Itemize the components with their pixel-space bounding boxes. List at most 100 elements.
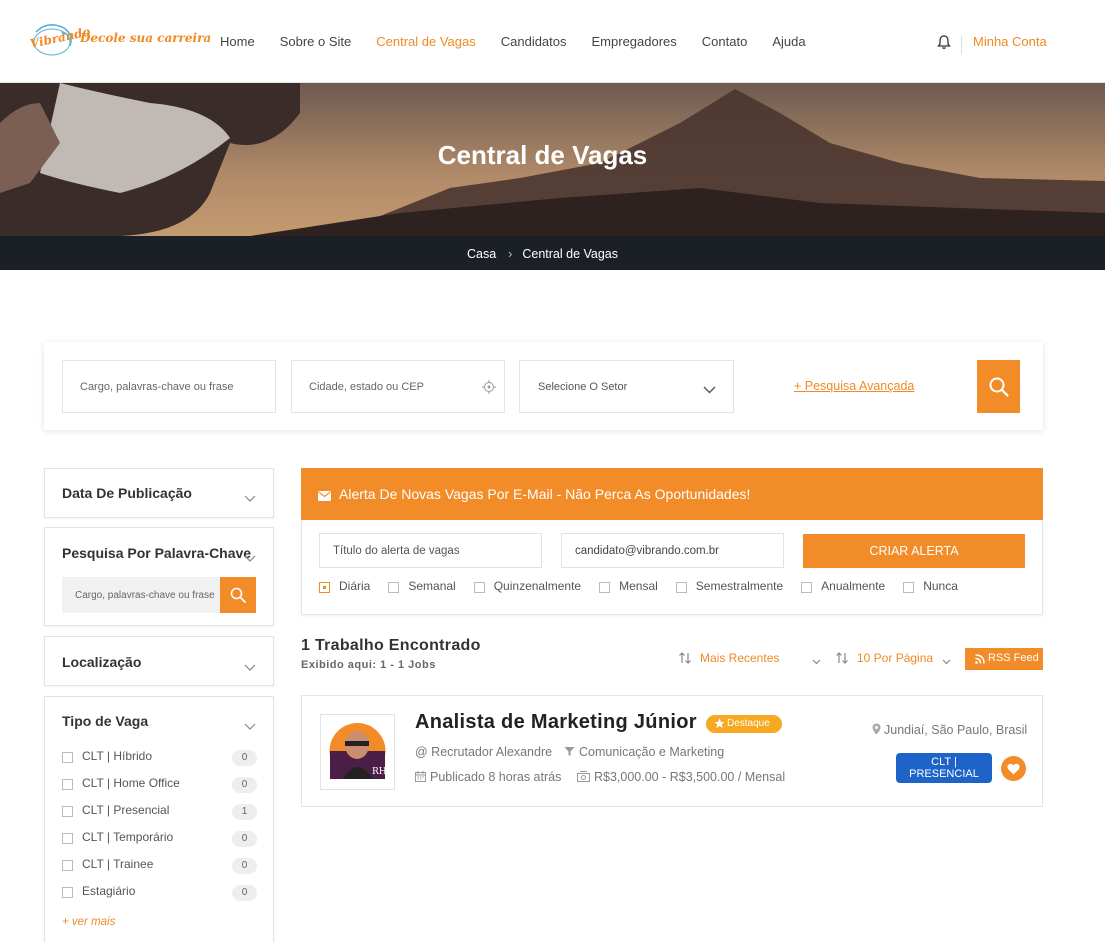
keywords-field-wrap (62, 360, 276, 413)
money-icon (577, 770, 590, 785)
site-logo[interactable]: Vibrando Decole sua carreira (29, 22, 211, 62)
my-account-link[interactable]: Minha Conta (973, 34, 1047, 49)
checkbox[interactable] (62, 806, 73, 817)
filter-keyword-title: Pesquisa Por Palavra-Chave (62, 545, 252, 561)
job-type-option[interactable]: CLT | Trainee 0 (62, 856, 257, 883)
checkbox[interactable] (62, 860, 73, 871)
checkbox[interactable] (62, 833, 73, 844)
bell-icon[interactable] (936, 34, 952, 50)
frequency-option[interactable]: Mensal (599, 579, 658, 595)
alert-title-field-wrap (319, 533, 542, 568)
sector-select-value: Selecione O Setor (538, 381, 628, 393)
see-more-link[interactable]: + ver mais (62, 916, 115, 928)
job-type-list: CLT | Híbrido 0 CLT | Home Office 0 CLT | … (62, 748, 257, 910)
frequency-option[interactable]: Nunca (903, 579, 958, 595)
envelope-icon (318, 489, 331, 504)
company-logo-text: RH (372, 767, 387, 777)
locate-icon[interactable] (482, 380, 496, 394)
location-input[interactable] (292, 361, 504, 412)
heart-icon (1007, 763, 1020, 778)
sort-value: Mais Recentes (700, 651, 780, 665)
company-logo[interactable]: RH (320, 714, 395, 790)
frequency-option[interactable]: Semanal (388, 579, 456, 595)
job-type-option[interactable]: CLT | Home Office 0 (62, 775, 257, 802)
page-title: Central de Vagas (437, 140, 648, 170)
checkbox[interactable] (62, 887, 73, 898)
filter-date[interactable]: Data De Publicação (44, 468, 274, 518)
main-nav: Home Sobre o Site Central de Vagas Candi… (220, 34, 831, 49)
job-listing-card[interactable]: RH Analista de Marketing Júnior Destaque… (301, 695, 1043, 807)
frequency-option[interactable]: Semestralmente (675, 579, 783, 595)
job-title[interactable]: Analista de Marketing Júnior (415, 711, 697, 734)
breadcrumb: Casa › Central de Vagas (0, 236, 1105, 270)
radio[interactable] (473, 582, 485, 593)
email-alert-header: Alerta De Novas Vagas Por E-Mail - Não P… (301, 468, 1043, 520)
frequency-option[interactable]: Quinzenalmente (473, 579, 581, 595)
job-type-badge[interactable]: CLT | PRESENCIAL (896, 753, 992, 783)
checkbox[interactable] (62, 779, 73, 790)
nav-jobs[interactable]: Central de Vagas (376, 34, 476, 49)
sector-select[interactable]: Selecione O Setor (519, 360, 734, 413)
chevron-right-icon: › (508, 247, 513, 261)
per-page-select[interactable]: 10 Por Página (836, 651, 952, 667)
favorite-button[interactable] (1001, 756, 1026, 781)
chevron-down-icon (244, 491, 256, 502)
job-recruiter: @ Recrutador Alexandre (415, 745, 553, 759)
radio[interactable] (388, 582, 400, 593)
chevron-down-icon[interactable] (244, 551, 256, 562)
rss-feed-button[interactable]: RSS Feed (965, 648, 1043, 670)
filter-icon (564, 746, 575, 760)
alert-title-input[interactable] (320, 534, 541, 567)
keyword-field-wrap (62, 577, 220, 613)
keyword-search-button[interactable] (220, 577, 256, 613)
job-salary: R$3,000.00 - R$3,500.00 / Mensal (577, 770, 785, 785)
filter-date-title: Data De Publicação (62, 485, 192, 501)
checkbox[interactable] (62, 752, 73, 763)
nav-employers[interactable]: Empregadores (592, 34, 677, 49)
chevron-down-icon[interactable] (244, 719, 256, 730)
radio-checked[interactable] (319, 582, 330, 593)
breadcrumb-home[interactable]: Casa (467, 247, 496, 261)
nav-contact[interactable]: Contato (702, 34, 748, 49)
alert-frequency-options: Diária Semanal Quinzenalmente Mensal Sem… (319, 579, 976, 595)
rss-icon (975, 654, 985, 667)
radio[interactable] (903, 582, 915, 593)
radio[interactable] (801, 582, 813, 593)
radio[interactable] (675, 582, 687, 593)
keyword-filter-input[interactable] (62, 577, 220, 613)
keywords-input[interactable] (63, 361, 275, 412)
chevron-down-icon (703, 382, 716, 397)
filter-keyword: Pesquisa Por Palavra-Chave (44, 527, 274, 626)
count-badge: 0 (232, 777, 257, 793)
alert-email-field-wrap (561, 533, 784, 568)
results-count: 1 Trabalho Encontrado (301, 637, 481, 654)
count-badge: 0 (232, 831, 257, 847)
frequency-option[interactable]: Anualmente (801, 579, 885, 595)
job-type-option[interactable]: CLT | Presencial 1 (62, 802, 257, 829)
job-type-option[interactable]: Estagiário 0 (62, 883, 257, 910)
create-alert-button[interactable]: CRIAR ALERTA (803, 534, 1025, 568)
chevron-down-icon (812, 654, 821, 668)
search-button[interactable] (977, 360, 1020, 413)
nav-help[interactable]: Ajuda (772, 34, 805, 49)
location-field-wrap (291, 360, 505, 413)
count-badge: 1 (232, 804, 257, 820)
advanced-search-link[interactable]: + Pesquisa Avançada (794, 379, 914, 393)
radio[interactable] (599, 582, 611, 593)
breadcrumb-current: Central de Vagas (522, 247, 619, 261)
nav-home[interactable]: Home (220, 34, 255, 49)
email-alert-title: Alerta De Novas Vagas Por E-Mail - Não P… (339, 486, 751, 502)
sort-icon (836, 652, 848, 667)
site-header: Vibrando Decole sua carreira Home Sobre … (0, 0, 1105, 83)
job-type-option[interactable]: CLT | Temporário 0 (62, 829, 257, 856)
chevron-down-icon (244, 660, 256, 671)
nav-candidates[interactable]: Candidatos (501, 34, 567, 49)
frequency-option[interactable]: Diária (319, 579, 370, 595)
job-type-option[interactable]: CLT | Híbrido 0 (62, 748, 257, 775)
sort-select[interactable]: Mais Recentes (679, 651, 822, 667)
sort-icon (679, 652, 691, 667)
filter-location[interactable]: Localização (44, 636, 274, 686)
email-alert-form: CRIAR ALERTA Diária Semanal Quinzenalmen… (301, 520, 1043, 615)
alert-email-input[interactable] (562, 534, 783, 567)
nav-about[interactable]: Sobre o Site (280, 34, 352, 49)
